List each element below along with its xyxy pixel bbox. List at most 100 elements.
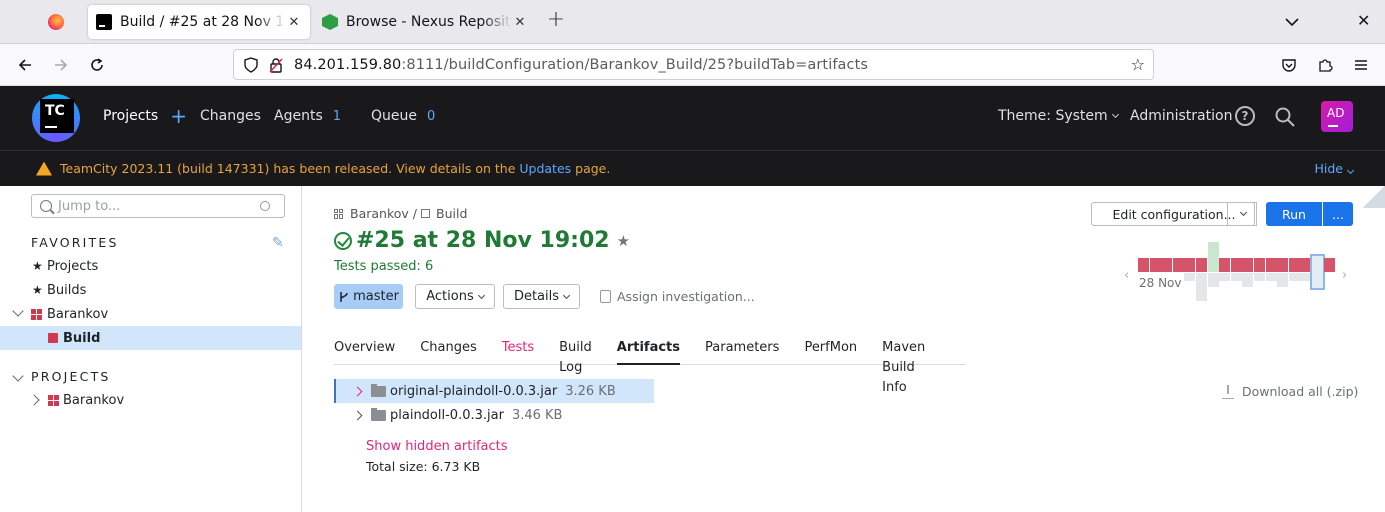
history-build-bar[interactable] [1196, 258, 1207, 272]
assign-label: Assign investigation... [617, 289, 755, 304]
history-build-duration-bar [1265, 273, 1277, 281]
history-build-bar[interactable] [1265, 258, 1277, 272]
history-build-bar[interactable] [1184, 258, 1196, 272]
insecure-lock-icon[interactable] [269, 57, 283, 73]
download-all-link[interactable]: Download all (.zip) [1222, 384, 1358, 399]
history-build-bar[interactable] [1277, 258, 1289, 272]
run-options-button[interactable]: ... [1323, 202, 1353, 226]
feedback-corner-icon[interactable] [1362, 186, 1385, 208]
browser-tab-nexus[interactable]: Browse - Nexus Repository Manager ✕ [314, 5, 536, 39]
tab-changes[interactable]: Changes [420, 338, 477, 365]
projects-item-barankov[interactable]: Barankov [0, 388, 301, 412]
history-build-bar[interactable] [1323, 258, 1335, 272]
chevron-down-icon [562, 291, 571, 299]
artifact-row[interactable]: original-plaindoll-0.0.3.jar 3.26 KB [334, 379, 654, 403]
updates-link[interactable]: Updates [519, 161, 571, 176]
search-icon[interactable] [1274, 106, 1296, 128]
close-tab-icon[interactable]: ✕ [286, 15, 302, 30]
close-window-icon[interactable]: ✕ [1357, 11, 1370, 30]
breadcrumb-project[interactable]: Barankov [350, 206, 409, 221]
menu-icon[interactable] [1350, 54, 1372, 76]
forward-icon[interactable] [50, 54, 72, 76]
history-build-bar[interactable] [1230, 258, 1242, 272]
total-size: Total size: 6.73 KB [366, 459, 481, 474]
history-next-icon[interactable]: › [1342, 268, 1347, 283]
nav-projects[interactable]: Projects + [103, 106, 187, 126]
build-history-chart[interactable] [1138, 242, 1352, 302]
tab-maven-build-info[interactable]: Maven Build Info [882, 338, 941, 395]
tab-artifacts[interactable]: Artifacts [616, 338, 681, 365]
reload-icon[interactable] [86, 54, 108, 76]
teamcity-logo[interactable]: TC [32, 94, 82, 144]
history-build-bar[interactable] [1161, 258, 1173, 272]
details-button[interactable]: Details [503, 284, 580, 309]
tracking-protection-icon[interactable] [244, 57, 258, 73]
history-build-bar[interactable] [1288, 258, 1300, 272]
tab-parameters[interactable]: Parameters [705, 338, 779, 365]
tab-build-log[interactable]: Build Log [559, 338, 592, 375]
new-tab-icon[interactable]: + [544, 9, 568, 33]
chevron-down-icon[interactable] [12, 370, 24, 382]
browser-tab-build[interactable]: Build / #25 at 28 Nov 19:02 ✕ [88, 5, 310, 39]
chevron-down-icon[interactable] [12, 305, 24, 317]
history-build-bar[interactable] [1219, 258, 1231, 272]
project-icon [48, 394, 59, 406]
build-status[interactable]: Tests passed: 6 [334, 259, 433, 274]
url-bar[interactable]: 84.201.159.80:8111/buildConfiguration/Ba… [233, 49, 1154, 80]
avatar[interactable]: AD [1321, 101, 1353, 132]
history-build-bar[interactable] [1242, 258, 1254, 272]
run-button[interactable]: Run [1266, 202, 1322, 226]
nav-queue[interactable]: Queue 0 [371, 108, 435, 124]
history-build-bar[interactable] [1172, 258, 1184, 272]
artifact-name[interactable]: original-plaindoll-0.0.3.jar [390, 384, 557, 399]
list-all-tabs-icon[interactable] [1283, 13, 1301, 31]
bookmark-star-icon[interactable]: ☆ [1131, 55, 1145, 74]
history-build-duration-bar [1219, 273, 1231, 281]
extensions-icon[interactable] [1314, 54, 1336, 76]
history-prev-icon[interactable]: ‹ [1124, 268, 1129, 283]
favorites-item-projects[interactable]: ★ Projects [0, 254, 301, 278]
chevron-right-icon[interactable] [28, 394, 40, 406]
nav-administration[interactable]: Administration [1130, 108, 1232, 124]
star-icon[interactable]: ★ [617, 232, 630, 250]
help-icon[interactable]: ? [1235, 106, 1255, 126]
nav-changes[interactable]: Changes [200, 108, 261, 124]
download-icon [1222, 384, 1234, 399]
show-hidden-artifacts-link[interactable]: Show hidden artifacts [366, 439, 508, 454]
chevron-right-icon[interactable] [352, 410, 363, 420]
tab-tests[interactable]: Tests [502, 338, 534, 365]
history-build-bar[interactable] [1138, 258, 1149, 272]
assign-investigation[interactable]: Assign investigation... [600, 289, 755, 304]
artifact-row[interactable]: plaindoll-0.0.3.jar 3.46 KB [336, 403, 562, 427]
tab-overview[interactable]: Overview [334, 338, 395, 365]
actions-button[interactable]: Actions [415, 284, 495, 309]
history-build-bar[interactable] [1207, 242, 1219, 272]
theme-selector[interactable]: Theme: System [998, 108, 1119, 124]
history-build-bar[interactable] [1149, 258, 1161, 272]
edit-configuration-dropdown[interactable] [1227, 202, 1255, 226]
chevron-right-icon[interactable] [352, 386, 363, 396]
breadcrumb-build[interactable]: Build [436, 206, 467, 221]
branch-badge[interactable]: master [334, 284, 403, 309]
edit-favorites-icon[interactable]: ✎ [272, 235, 284, 251]
history-build-duration-bar [1207, 273, 1219, 287]
firefox-view-tab[interactable] [30, 6, 82, 38]
favorites-item-label: Builds [47, 282, 87, 298]
tree-project-barankov[interactable]: Barankov [0, 302, 301, 326]
back-icon[interactable] [14, 54, 36, 76]
jump-to-input[interactable]: Jump to... [31, 194, 285, 218]
tab-perfmon[interactable]: PerfMon [804, 338, 857, 365]
hide-banner-link[interactable]: Hide [1315, 161, 1355, 176]
close-tab-icon[interactable]: ✕ [512, 15, 528, 30]
nav-agents[interactable]: Agents 1 [274, 108, 341, 124]
tree-build-item[interactable]: Build [0, 326, 301, 350]
history-build-bar[interactable] [1254, 258, 1265, 272]
projects-title: PROJECTS [31, 369, 111, 384]
add-project-icon[interactable]: + [170, 106, 187, 126]
history-build-bar[interactable] [1310, 254, 1325, 290]
favorites-item-builds[interactable]: ★ Builds [0, 278, 301, 302]
download-all-label: Download all (.zip) [1242, 384, 1359, 399]
pocket-icon[interactable] [1278, 54, 1300, 76]
history-build-bar[interactable] [1300, 258, 1312, 272]
artifact-name[interactable]: plaindoll-0.0.3.jar [390, 408, 504, 423]
